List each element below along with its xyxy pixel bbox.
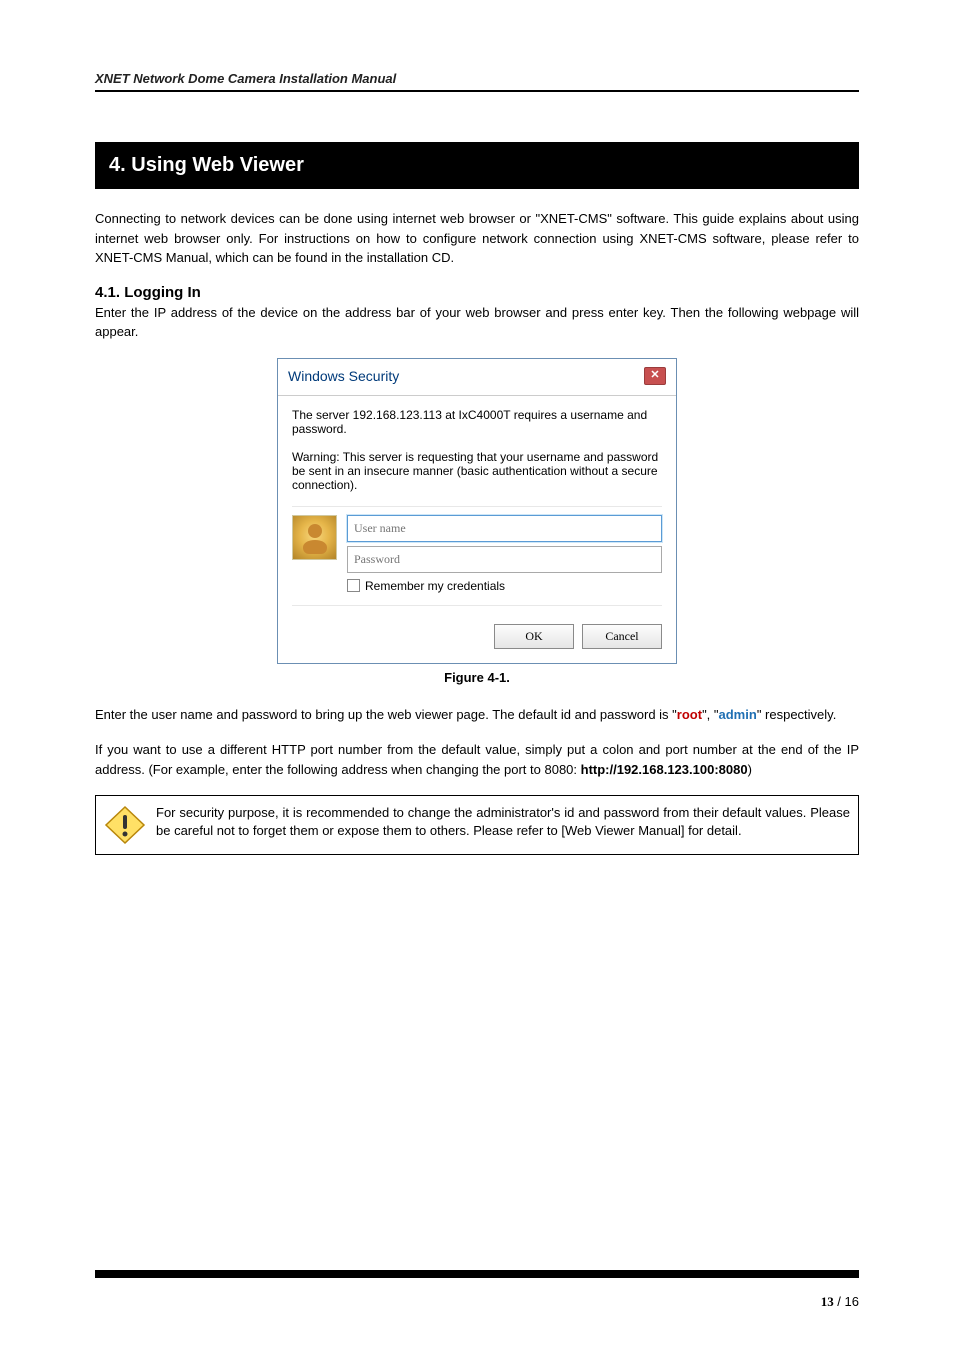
page-header-title: XNET Network Dome Camera Installation Ma… <box>95 71 396 86</box>
security-dialog: Windows Security ✕ The server 192.168.12… <box>277 358 677 664</box>
subsection-heading: 4.1. Logging In <box>95 284 859 301</box>
security-note: For security purpose, it is recommended … <box>95 795 859 855</box>
page-footer: 13 / 16 <box>95 1270 859 1310</box>
subsection-title-text: Logging In <box>124 284 201 301</box>
port-instructions-text: If you want to use a different HTTP port… <box>95 740 859 779</box>
subsection-number: 4.1. <box>95 284 120 301</box>
ok-button[interactable]: OK <box>494 624 574 649</box>
default-username: root <box>677 707 702 722</box>
section-banner: 4. Using Web Viewer <box>95 142 859 189</box>
remember-checkbox[interactable] <box>347 579 360 592</box>
section-title: Using Web Viewer <box>131 154 304 176</box>
dialog-message-1: The server 192.168.123.113 at IxC4000T r… <box>292 408 662 436</box>
page-number: 13 / 16 <box>95 1294 859 1310</box>
username-input[interactable] <box>347 515 662 542</box>
subsection-lead: Enter the IP address of the device on th… <box>95 303 859 342</box>
dialog-message-2: Warning: This server is requesting that … <box>292 450 662 492</box>
dialog-title: Windows Security <box>288 368 399 384</box>
remember-label: Remember my credentials <box>365 579 505 593</box>
close-icon: ✕ <box>650 370 659 381</box>
intro-text: Connecting to network devices can be don… <box>95 209 859 268</box>
warning-icon <box>104 804 146 846</box>
cancel-button[interactable]: Cancel <box>582 624 662 649</box>
password-input[interactable] <box>347 546 662 573</box>
user-avatar-icon <box>292 515 337 560</box>
figure-caption: Figure 4-1. <box>95 670 859 685</box>
security-note-text: For security purpose, it is recommended … <box>156 804 850 846</box>
section-number: 4. <box>109 154 126 176</box>
footer-divider <box>95 1270 859 1278</box>
default-credentials-text: Enter the user name and password to brin… <box>95 705 859 725</box>
example-url: http://192.168.123.100:8080 <box>581 762 748 777</box>
close-button[interactable]: ✕ <box>644 367 666 385</box>
default-password: admin <box>719 707 757 722</box>
